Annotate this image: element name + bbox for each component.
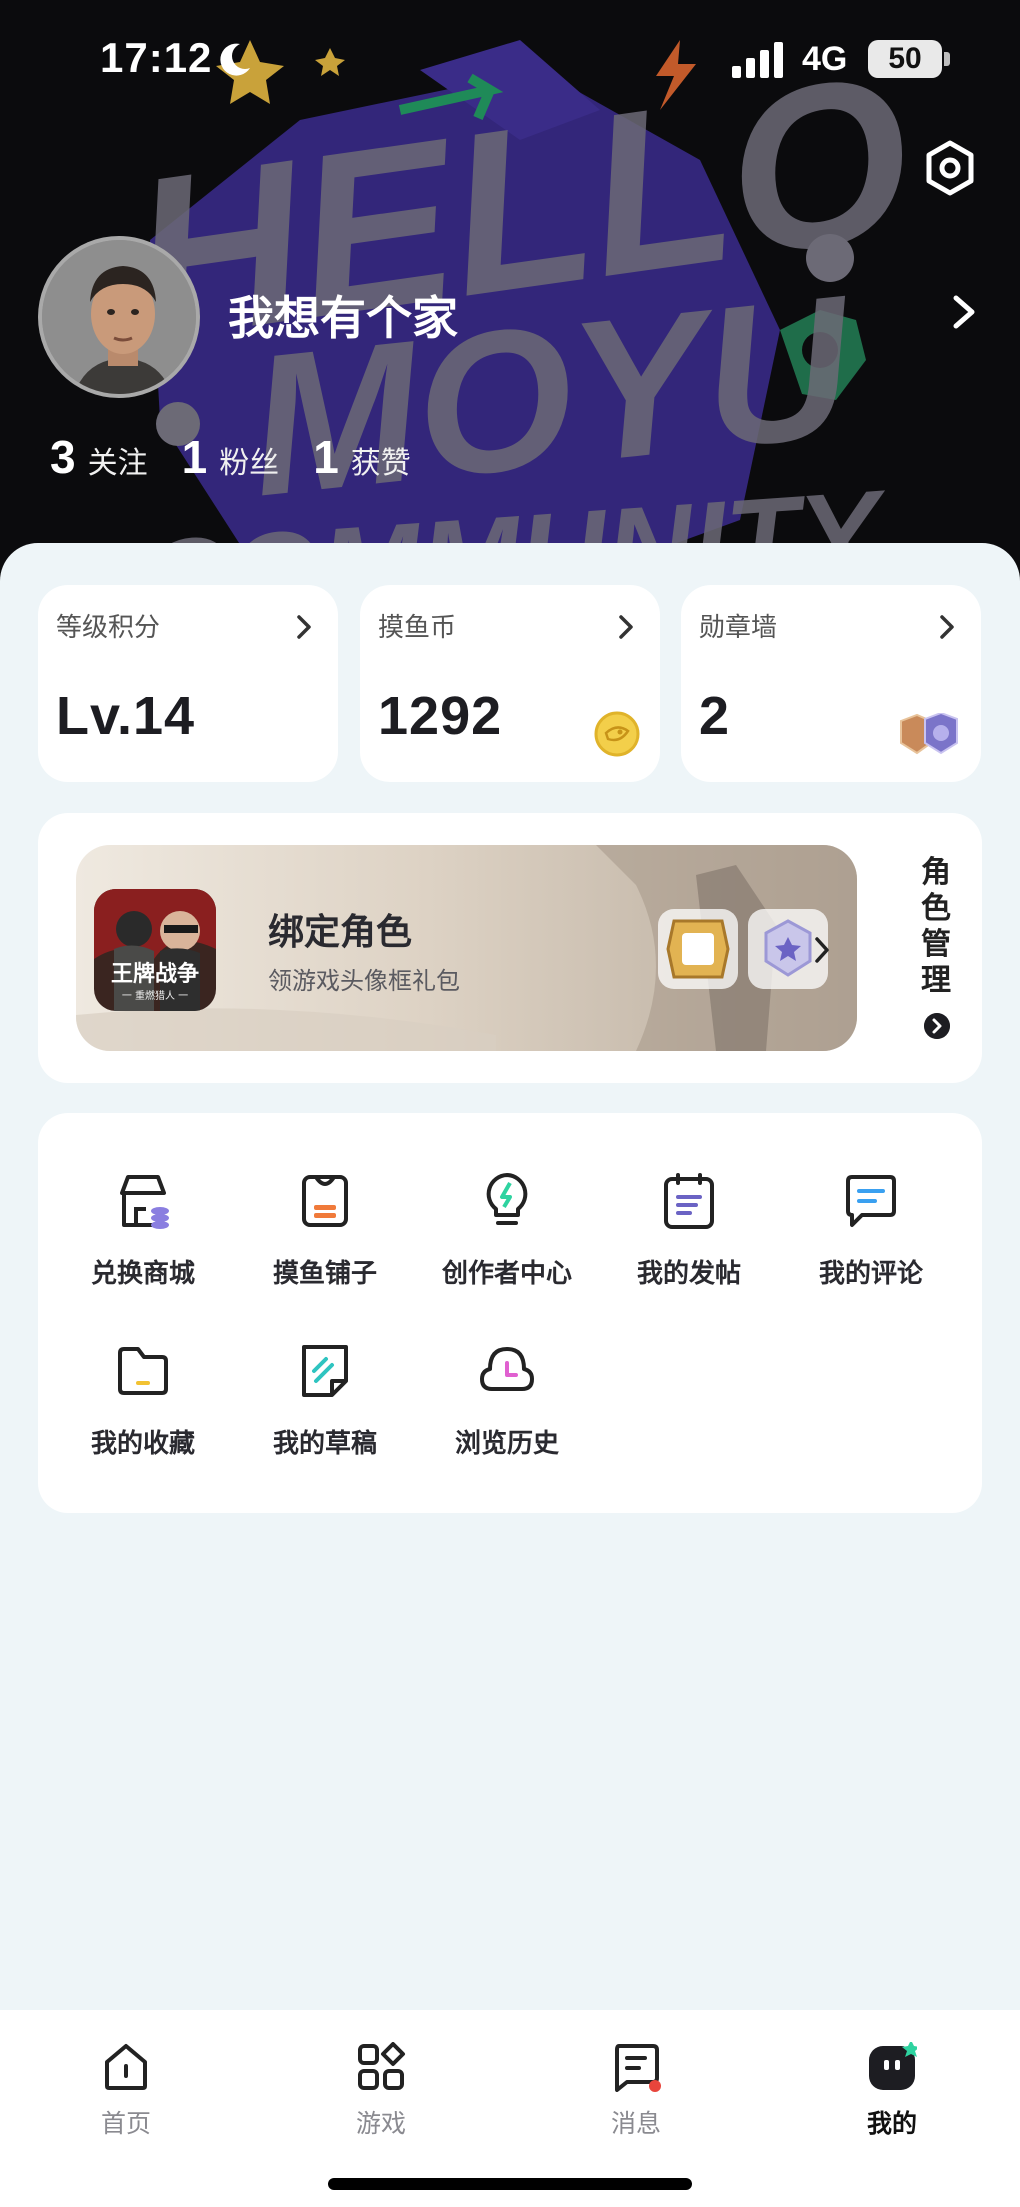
profile-header: HELLO MOYU COMMUNITY 17:12 4G 50 我想有个家 3… — [0, 0, 1020, 600]
likes-count[interactable]: 1 — [313, 430, 339, 484]
shop-bag-icon — [302, 1175, 348, 1227]
cellular-signal-icon — [732, 42, 783, 78]
role-management-link[interactable]: 角色管理 — [916, 855, 956, 999]
menu-item-my-comments[interactable]: 我的评论 — [780, 1171, 962, 1301]
menu-label: 摸鱼铺子 — [272, 1259, 377, 1289]
history-icon — [480, 1347, 534, 1391]
medal-card[interactable]: 勋章墙 2 — [681, 585, 981, 782]
chevron-right-icon — [940, 615, 954, 639]
medal-value: 2 — [699, 686, 731, 746]
coin-value: 1292 — [378, 686, 503, 746]
tab-games[interactable]: 游戏 — [301, 2030, 461, 2140]
lightbulb-icon — [486, 1173, 528, 1225]
chevron-right-icon — [297, 615, 311, 639]
following-label[interactable]: 关注 — [88, 438, 148, 482]
followers-label[interactable]: 粉丝 — [219, 438, 279, 482]
bind-role-banner[interactable]: 王牌战争 一 重燃猎人 一 绑定角色 领游戏头像框礼包 — [76, 845, 857, 1051]
tab-label: 首页 — [100, 2109, 151, 2138]
level-card-title: 等级积分 — [56, 613, 161, 643]
battery-icon: 50 — [868, 40, 942, 78]
chevron-circle-icon[interactable] — [924, 1013, 950, 1039]
menu-item-creator-center[interactable]: 创作者中心 — [416, 1171, 598, 1301]
level-card[interactable]: 等级积分 Lv.14 — [38, 585, 338, 782]
unread-badge — [649, 2080, 661, 2092]
profile-icon — [869, 2042, 917, 2090]
tab-label: 游戏 — [355, 2109, 406, 2138]
avatar[interactable] — [38, 236, 200, 398]
menu-label: 兑换商城 — [90, 1259, 195, 1289]
tab-messages[interactable]: 消息 — [556, 2030, 716, 2140]
tab-profile[interactable]: 我的 — [812, 2030, 972, 2140]
svg-text:一 重燃猎人 一: 一 重燃猎人 一 — [122, 989, 188, 1002]
tab-label: 我的 — [866, 2109, 917, 2138]
comment-icon — [846, 1175, 896, 1227]
chevron-right-icon — [815, 937, 829, 963]
svg-text:王牌战争: 王牌战争 — [111, 961, 199, 987]
menu-item-moyu-shop[interactable]: 摸鱼铺子 — [234, 1171, 416, 1301]
coin-card-title: 摸鱼币 — [378, 613, 457, 643]
bind-role-card: 王牌战争 一 重燃猎人 一 绑定角色 领游戏头像框礼包 角色管理 — [38, 813, 982, 1083]
feature-menu: 兑换商城 摸鱼铺子 创作者中心 我的发帖 我的评论 我的收藏 我的草稿 浏览历史 — [38, 1113, 982, 1513]
menu-label: 创作者中心 — [441, 1259, 572, 1289]
menu-label: 我的草稿 — [272, 1429, 377, 1459]
draft-icon — [302, 1345, 348, 1397]
status-bar: 17:12 4G 50 — [0, 0, 1020, 120]
menu-item-my-favorites[interactable]: 我的收藏 — [52, 1341, 234, 1471]
menu-item-my-drafts[interactable]: 我的草稿 — [234, 1341, 416, 1471]
status-time: 17:12 — [100, 34, 213, 81]
tab-home[interactable]: 首页 — [46, 2030, 206, 2140]
store-icon — [120, 1175, 169, 1229]
coin-card[interactable]: 摸鱼币 1292 — [360, 585, 660, 782]
following-count[interactable]: 3 — [50, 430, 76, 484]
likes-label[interactable]: 获赞 — [351, 438, 411, 482]
main-panel: 等级积分 Lv.14 摸鱼币 1292 勋章墙 2 王牌战争 一 重燃猎人 一 … — [0, 543, 1020, 2010]
follow-stats: 3 关注 1 粉丝 1 获赞 — [50, 430, 445, 484]
moon-icon — [220, 43, 250, 76]
settings-icon[interactable] — [920, 138, 980, 198]
avatar-frame-thumb — [658, 909, 738, 989]
menu-item-exchange-store[interactable]: 兑换商城 — [52, 1171, 234, 1301]
level-value: Lv.14 — [56, 686, 196, 746]
menu-label: 我的收藏 — [90, 1429, 195, 1459]
menu-label: 我的发帖 — [636, 1259, 741, 1289]
menu-item-browse-history[interactable]: 浏览历史 — [416, 1341, 598, 1471]
network-type: 4G — [802, 40, 848, 78]
game-icon: 王牌战争 一 重燃猎人 一 — [94, 889, 216, 1011]
chevron-right-icon[interactable] — [946, 292, 982, 332]
bind-subtitle: 领游戏头像框礼包 — [268, 967, 460, 995]
coin-icon — [594, 711, 640, 757]
home-indicator[interactable] — [328, 2178, 692, 2190]
menu-label: 浏览历史 — [454, 1429, 559, 1459]
followers-count[interactable]: 1 — [182, 430, 208, 484]
bottom-tab-bar: 首页 游戏 消息 我的 — [0, 2010, 1020, 2207]
tab-label: 消息 — [610, 2109, 661, 2138]
medal-icon — [900, 713, 958, 755]
medal-card-title: 勋章墙 — [699, 613, 778, 643]
message-icon — [615, 2044, 661, 2092]
games-icon — [358, 2042, 405, 2090]
home-icon — [105, 2044, 147, 2090]
clipboard-icon — [664, 1173, 714, 1229]
bind-title: 绑定角色 — [268, 912, 413, 953]
menu-item-my-posts[interactable]: 我的发帖 — [598, 1171, 780, 1301]
folder-icon — [118, 1347, 168, 1395]
battery-tip — [944, 52, 950, 66]
chevron-right-icon — [619, 615, 633, 639]
username[interactable]: 我想有个家 — [228, 282, 458, 348]
menu-label: 我的评论 — [818, 1259, 923, 1289]
